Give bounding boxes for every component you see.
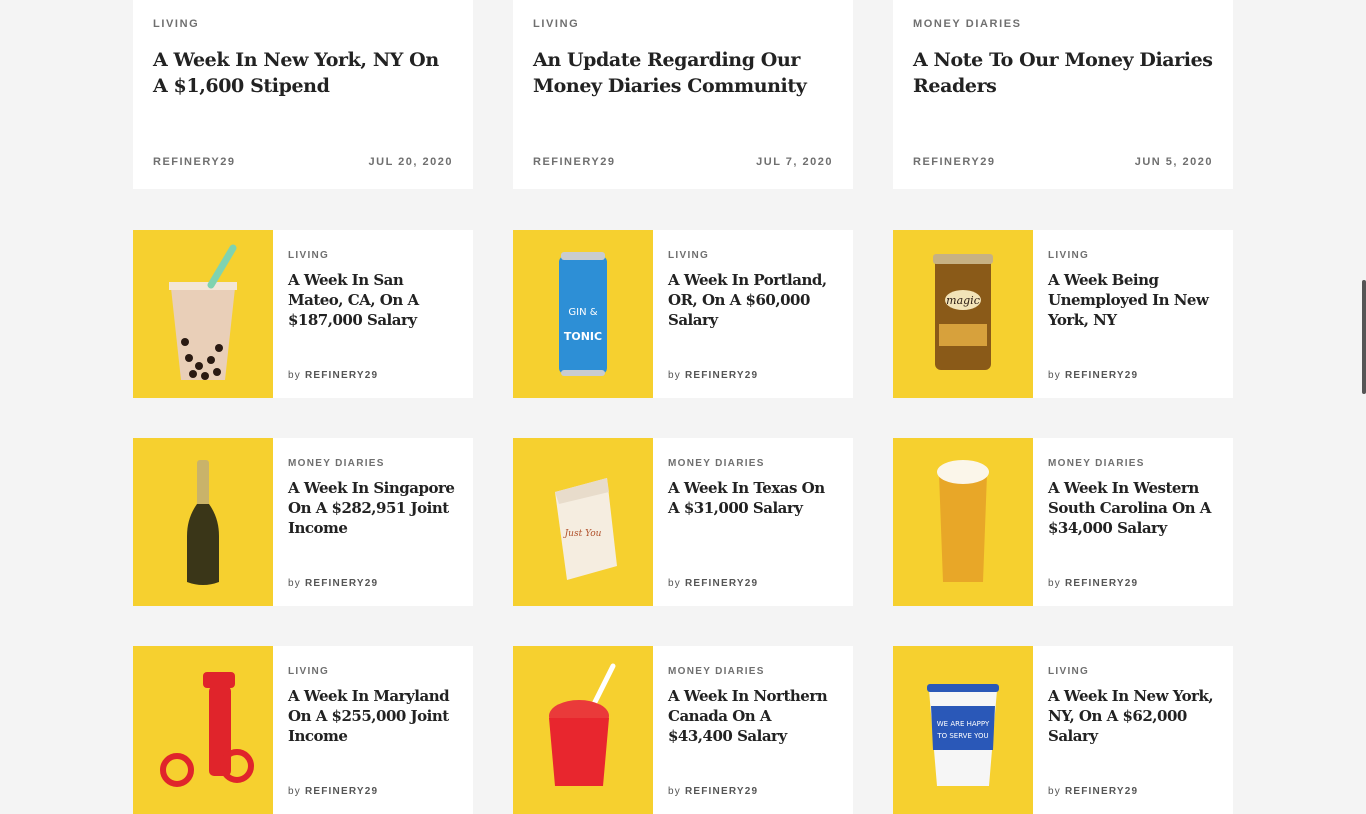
article-card[interactable]: LIVING A Week In Maryland On A $255,000 …: [133, 646, 473, 814]
article-category[interactable]: MONEY DIARIES: [1048, 458, 1145, 469]
article-source: REFINERY29: [533, 156, 616, 168]
svg-text:TO SERVE YOU: TO SERVE YOU: [936, 732, 988, 740]
article-category[interactable]: MONEY DIARIES: [668, 458, 765, 469]
article-category[interactable]: MONEY DIARIES: [288, 458, 385, 469]
article-thumbnail[interactable]: GIN & TONIC: [513, 230, 653, 398]
article-card[interactable]: LIVING An Update Regarding Our Money Dia…: [513, 0, 853, 189]
article-title[interactable]: A Week In Texas On A $31,000 Salary: [668, 478, 840, 518]
article-card[interactable]: GIN & TONIC LIVING A Week In Portland, O…: [513, 230, 853, 398]
article-date: JUL 7, 2020: [756, 156, 833, 168]
svg-text:Just You: Just You: [563, 529, 602, 539]
article-date: JUN 5, 2020: [1134, 156, 1213, 168]
svg-text:magic: magic: [946, 294, 980, 307]
article-thumbnail[interactable]: Just You: [513, 438, 653, 606]
article-card[interactable]: Just You MONEY DIARIES A Week In Texas O…: [513, 438, 853, 606]
article-thumbnail[interactable]: [133, 230, 273, 398]
article-thumbnail[interactable]: [133, 646, 273, 814]
article-category[interactable]: LIVING: [668, 250, 709, 261]
article-byline: by REFINERY29: [668, 370, 759, 381]
red-tool-icon: [160, 672, 254, 787]
article-card[interactable]: MONEY DIARIES A Note To Our Money Diarie…: [893, 0, 1233, 189]
article-category[interactable]: LIVING: [533, 18, 579, 30]
article-title[interactable]: A Week In San Mateo, CA, On A $187,000 S…: [288, 270, 460, 330]
article-card[interactable]: MONEY DIARIES A Week In Northern Canada …: [513, 646, 853, 814]
article-byline: by REFINERY29: [1048, 786, 1139, 797]
article-title[interactable]: A Note To Our Money Diaries Readers: [913, 47, 1213, 99]
article-byline: by REFINERY29: [288, 786, 379, 797]
svg-text:GIN &: GIN &: [568, 307, 597, 318]
svg-text:TONIC: TONIC: [564, 330, 602, 343]
article-thumbnail[interactable]: [133, 438, 273, 606]
article-category[interactable]: LIVING: [288, 250, 329, 261]
article-title[interactable]: A Week In New York, NY, On A $62,000 Sal…: [1048, 686, 1220, 746]
article-title[interactable]: A Week In Western South Carolina On A $3…: [1048, 478, 1220, 538]
article-byline: by REFINERY29: [1048, 370, 1139, 381]
article-category[interactable]: MONEY DIARIES: [913, 18, 1022, 30]
gin-tonic-can-icon: GIN & TONIC: [559, 252, 607, 376]
article-byline: by REFINERY29: [288, 370, 379, 381]
article-byline: by REFINERY29: [288, 578, 379, 589]
article-card[interactable]: MONEY DIARIES A Week In Singapore On A $…: [133, 438, 473, 606]
article-title[interactable]: A Week In Portland, OR, On A $60,000 Sal…: [668, 270, 840, 330]
article-thumbnail[interactable]: magic: [893, 230, 1033, 398]
article-title[interactable]: A Week In Singapore On A $282,951 Joint …: [288, 478, 460, 538]
article-byline: by REFINERY29: [668, 786, 759, 797]
wine-bottle-icon: [187, 460, 219, 585]
svg-text:WE ARE HAPPY: WE ARE HAPPY: [937, 720, 990, 728]
article-category[interactable]: LIVING: [153, 18, 199, 30]
article-card[interactable]: WE ARE HAPPY TO SERVE YOU LIVING A Week …: [893, 646, 1233, 814]
article-card[interactable]: magic LIVING A Week Being Unemployed In …: [893, 230, 1233, 398]
shaving-powder-can-icon: magic: [933, 254, 993, 370]
coffee-cup-icon: WE ARE HAPPY TO SERVE YOU: [927, 684, 999, 786]
beer-glass-icon: [937, 460, 989, 582]
article-card[interactable]: LIVING A Week In New York, NY On A $1,60…: [133, 0, 473, 189]
paper-bag-icon: Just You: [555, 478, 617, 580]
article-category[interactable]: LIVING: [288, 666, 329, 677]
slushie-icon: [549, 663, 616, 786]
article-title[interactable]: A Week In Maryland On A $255,000 Joint I…: [288, 686, 460, 746]
article-title[interactable]: A Week In New York, NY On A $1,600 Stipe…: [153, 47, 453, 99]
bubble-tea-icon: [169, 244, 237, 380]
article-title[interactable]: A Week In Northern Canada On A $43,400 S…: [668, 686, 840, 746]
scrollbar-thumb[interactable]: [1362, 280, 1366, 394]
article-source: REFINERY29: [913, 156, 996, 168]
article-card[interactable]: MONEY DIARIES A Week In Western South Ca…: [893, 438, 1233, 606]
article-category[interactable]: LIVING: [1048, 666, 1089, 677]
article-title[interactable]: An Update Regarding Our Money Diaries Co…: [533, 47, 833, 99]
article-byline: by REFINERY29: [668, 578, 759, 589]
article-category[interactable]: MONEY DIARIES: [668, 666, 765, 677]
article-byline: by REFINERY29: [1048, 578, 1139, 589]
article-thumbnail[interactable]: [513, 646, 653, 814]
article-date: JUL 20, 2020: [368, 156, 453, 168]
article-thumbnail[interactable]: WE ARE HAPPY TO SERVE YOU: [893, 646, 1033, 814]
article-source: REFINERY29: [153, 156, 236, 168]
article-title[interactable]: A Week Being Unemployed In New York, NY: [1048, 270, 1220, 330]
article-category[interactable]: LIVING: [1048, 250, 1089, 261]
article-thumbnail[interactable]: [893, 438, 1033, 606]
article-card[interactable]: LIVING A Week In San Mateo, CA, On A $18…: [133, 230, 473, 398]
